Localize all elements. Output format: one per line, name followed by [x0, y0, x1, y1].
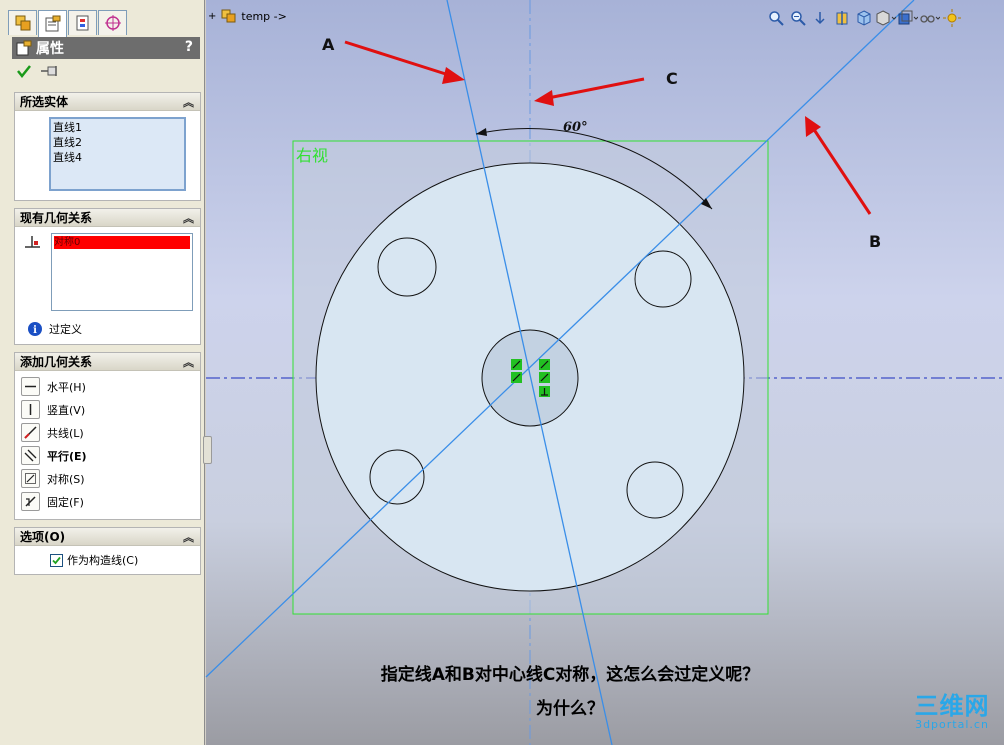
view-name-label: 右视 — [296, 146, 328, 165]
dimension-arrowhead — [476, 128, 487, 136]
section-view-button[interactable] — [832, 9, 852, 27]
panel-splitter-handle[interactable] — [203, 436, 212, 464]
annotation-arrow-c — [534, 77, 645, 106]
center-circle[interactable] — [481, 329, 579, 427]
cube-icon — [857, 10, 871, 26]
zoom-fit-icon — [769, 11, 784, 26]
appearance-button[interactable] — [920, 9, 940, 27]
feature-tree-flyout[interactable]: + temp -> — [208, 8, 287, 24]
hole-top-left[interactable] — [377, 237, 437, 297]
question-caption-line1: 指定线A和B对中心线C对称，这怎么会过定义呢？ — [380, 665, 760, 685]
annotation-arrow-b — [805, 116, 872, 215]
zoom-area-button[interactable] — [788, 9, 808, 27]
tree-label[interactable]: temp -> — [241, 10, 286, 23]
view-toolbar — [766, 9, 964, 27]
label-c: C — [666, 69, 678, 88]
scene-button[interactable] — [942, 9, 962, 27]
hide-show-button[interactable] — [898, 9, 918, 27]
hole-bottom-right[interactable] — [626, 461, 684, 519]
watermark-text: 三维网 — [914, 692, 990, 720]
previous-view-icon — [815, 12, 825, 25]
display-style-button[interactable] — [876, 9, 896, 27]
previous-view-button[interactable] — [810, 9, 830, 27]
view-orientation-button[interactable] — [854, 9, 874, 27]
label-a: A — [322, 35, 335, 54]
hide-show-icon — [898, 10, 918, 25]
part-icon — [221, 9, 236, 23]
angle-dimension-value[interactable]: 60° — [563, 120, 588, 135]
zoom-area-icon — [791, 11, 806, 26]
watermark-url: 3dportal.cn — [915, 718, 989, 731]
sketch-canvas[interactable]: 60° 右视 A C B — [0, 0, 1004, 745]
expand-icon[interactable]: + — [208, 11, 216, 22]
label-b: B — [869, 232, 881, 251]
watermark-logo: 三维网 3dportal.cn — [903, 693, 1001, 731]
glasses-icon — [920, 15, 940, 23]
display-style-icon — [876, 10, 896, 26]
question-caption-line2: 为什么？ — [536, 699, 604, 719]
sun-icon — [943, 9, 961, 27]
zoom-to-fit-button[interactable] — [766, 9, 786, 27]
section-view-icon — [836, 11, 848, 25]
annotation-arrow-a — [344, 40, 465, 84]
